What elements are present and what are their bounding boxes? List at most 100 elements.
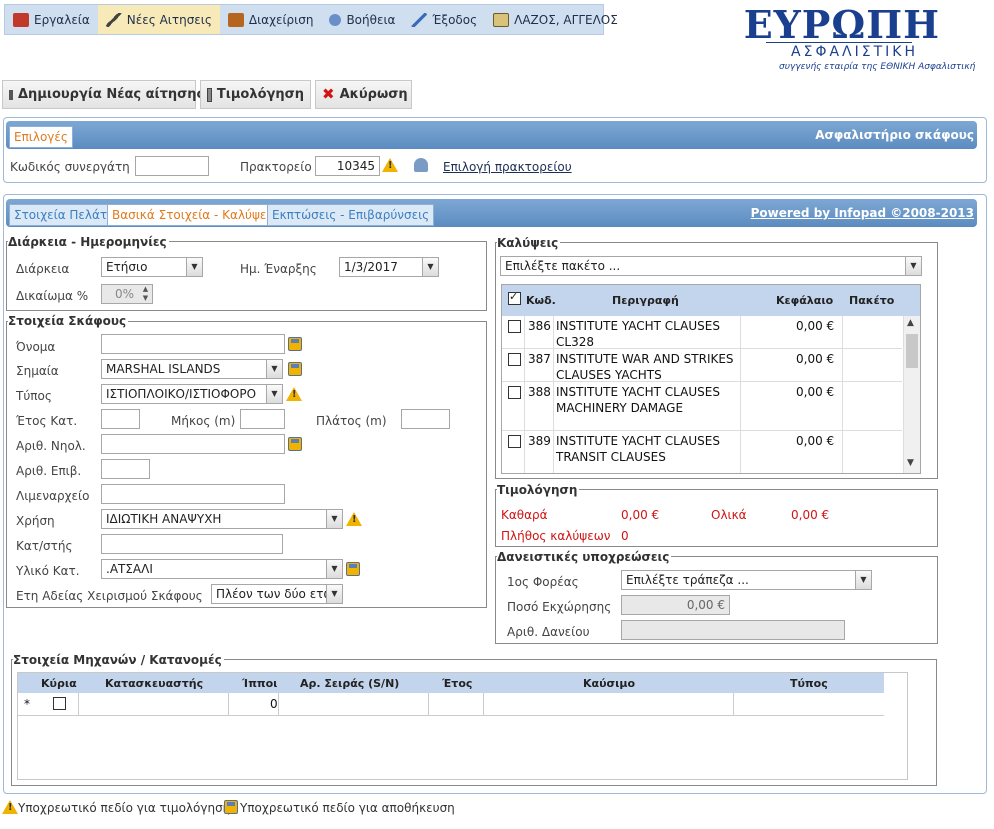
tab-customer[interactable]: Στοιχεία Πελάτη [9,204,120,226]
chevron-down-icon: ▼ [266,360,282,378]
scrollbar-thumb[interactable] [906,334,918,368]
save-required-icon [288,362,302,376]
create-application-button[interactable]: Δημιουργία Νέας αίτησης [2,80,204,109]
main-engine-checkbox[interactable] [53,697,66,710]
grid-divider [553,316,554,473]
builder-input[interactable] [101,534,283,554]
cancel-button[interactable]: ✖ Ακύρωση [315,80,412,109]
coverages-scrollbar[interactable]: ▲ ▼ [903,316,920,473]
passengers-label: Αριθ. Επιβ. [16,464,82,478]
duration-select[interactable]: Ετήσιο ▼ [101,257,203,277]
warning-icon [382,158,398,172]
tab-options[interactable]: Επιλογές [9,126,73,148]
passengers-input[interactable] [101,459,150,479]
save-required-icon [288,337,302,351]
spinner-arrows-icon[interactable]: ▲ ▼ [139,285,152,303]
use-label: Χρήση [16,514,55,528]
select-office-link[interactable]: Επιλογή πρακτορείου [443,160,572,174]
type-select[interactable]: ΙΣΤΙΟΠΛΟΙΚΟ/ΙΣΤΙΟΦΟΡΟ ▼ [101,384,283,404]
loan-number-label: Αριθ. Δανείου [507,625,590,639]
menu-tools[interactable]: Εργαλεία [5,5,98,34]
license-years-select[interactable]: Πλέον των δύο ετών ▼ [211,584,343,604]
col-type: Τύπος [790,677,828,690]
grid-divider [278,693,279,716]
company-logo: ΕΥΡΩΠΗ [743,2,940,47]
warning-legend-text: Υποχρεωτικό πεδίο για τιμολόγηση [18,801,231,815]
tab-discounts[interactable]: Εκπτώσεις - Επιβαρύνσεις [267,204,435,226]
material-select[interactable]: .ΑΤΣΑΛΙ ▼ [101,559,343,579]
toolbox-icon [13,12,29,27]
grid-divider [524,316,525,473]
width-label: Πλάτος (m) [316,414,387,428]
coverage-description: INSTITUTE YACHT CLAUSES CL328 [556,319,720,349]
menu-user[interactable]: ΛΑΖΟΣ, ΑΓΓΕΛΟΣ [485,5,626,34]
chevron-down-icon: ▼ [326,510,342,528]
main-menu: Εργαλεία Νέες Αιτησεις Διαχείριση Βοήθει… [4,4,618,35]
menu-help[interactable]: Βοήθεια [321,5,403,34]
save-required-icon [346,562,360,576]
invoice-button[interactable]: Τιμολόγηση [200,80,311,109]
grid-divider [428,693,429,716]
use-select[interactable]: ΙΔΙΩΤΙΚΗ ΑΝΑΨΥΧΗ ▼ [101,509,343,529]
vessel-name-label: Όνομα [16,340,56,354]
col-main: Κύρια [41,677,77,690]
table-row[interactable]: * 0 [18,693,884,716]
assignment-amount-input[interactable]: 0,00 € [621,595,730,615]
save-legend-text: Υποχρεωτικό πεδίο για αποθήκευση [240,801,455,815]
chevron-down-icon: ▼ [266,385,282,403]
chevron-down-icon: ▼ [855,571,871,589]
port-authority-label: Λιμεναρχείο [16,489,90,503]
save-required-icon [288,437,302,451]
col-horsepower: Ίπποι [242,677,278,690]
logo-tagline: συγγενής εταιρία της ΕΘΝΙΚΗ Ασφαλιστική [779,62,976,72]
coverage-checkbox[interactable] [508,320,521,333]
bank-select[interactable]: Επιλέξτε τράπεζα ... ▼ [621,570,872,590]
col-capital: Κεφάλαιο [776,294,834,307]
menu-new-applications[interactable]: Νέες Αιτησεις [97,5,220,34]
width-input[interactable] [401,409,450,429]
package-select[interactable]: Επιλέξτε πακέτο ... ▼ [500,256,922,276]
tab-basic-coverages[interactable]: Βασικά Στοιχεία - Καλύψεις [107,204,283,226]
coverage-count-label: Πλήθος καλύψεων [501,529,611,543]
chevron-up-icon[interactable]: ▲ [907,318,914,328]
chevron-down-icon: ▼ [326,560,342,578]
calculator-icon [207,87,212,102]
chevron-down-icon: ▼ [422,258,438,276]
chevron-down-icon: ▼ [326,585,342,603]
logo-divider [766,42,912,43]
coverage-code: 386 [528,319,551,333]
coverage-description: INSTITUTE YACHT CLAUSES MACHINERY DAMAGE [556,385,720,415]
coverage-capital: 0,00 € [796,385,835,399]
duration-label: Διάρκεια [16,262,70,276]
duration-legend: Διάρκεια - Ημερομηνίες [8,235,169,249]
save-required-icon [224,800,238,814]
start-date-select[interactable]: 1/3/2017 ▼ [339,257,439,277]
flag-select[interactable]: MARSHAL ISLANDS ▼ [101,359,283,379]
office-input[interactable]: 10345 [315,156,380,176]
coverage-checkbox[interactable] [508,386,521,399]
length-input[interactable] [240,409,285,429]
net-value: 0,00 € [621,508,660,522]
port-authority-input[interactable] [101,484,285,504]
registry-number-input[interactable] [101,434,285,454]
menu-exit[interactable]: Έξοδος [403,5,485,34]
coverage-capital: 0,00 € [796,319,835,333]
loan-legend: Δανειστικές υποχρεώσεις [497,550,672,564]
coverage-description: INSTITUTE WAR AND STRIKES CLAUSES YACHTS [556,352,734,382]
select-all-checkbox[interactable]: ✓ [508,290,521,305]
vessel-name-input[interactable] [101,334,285,354]
build-year-input[interactable] [101,409,140,429]
loan-number-input[interactable] [621,620,845,640]
powered-by-link[interactable]: Powered by Infopad ©2008-2013 [751,206,974,220]
chevron-down-icon[interactable]: ▼ [907,458,914,468]
coverage-checkbox[interactable] [508,435,521,448]
coverage-checkbox[interactable] [508,353,521,366]
pricing-legend: Τιμολόγηση [497,483,580,497]
warning-icon [286,387,302,401]
menu-management[interactable]: Διαχείριση [220,5,322,34]
close-icon: ✖ [322,84,335,103]
col-serial-number: Αρ. Σειράς (S/N) [300,677,400,690]
partner-code-input[interactable] [135,156,209,176]
coverage-capital: 0,00 € [796,434,835,448]
grid-divider [740,316,741,473]
